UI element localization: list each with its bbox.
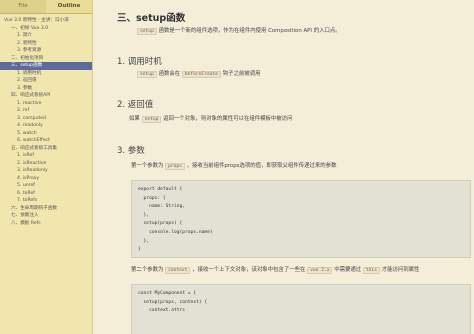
outline-item[interactable]: 1. 调用时机 xyxy=(0,70,92,78)
code-line: const MyComponent = { xyxy=(138,291,197,296)
outline-item[interactable]: 6. toRef xyxy=(0,190,92,198)
outline-item[interactable]: 七、依赖注入 xyxy=(0,212,92,220)
return-text: 返回一个对象，则对象的属性可以在组件模板中被访问 xyxy=(163,116,293,122)
outline-list: Vue 3.0 新特性 - 主讲：冯小泽 一、初探 Vue 3.0 1. 简介 2. … xyxy=(0,14,92,227)
code-line: } xyxy=(138,247,141,253)
inline-code: vue 2.x xyxy=(307,267,333,274)
code-line: setup(props, context) { xyxy=(138,299,208,305)
tab-outline[interactable]: Outline xyxy=(46,0,92,13)
section-title: 三、setup函数 xyxy=(117,13,186,24)
document-view: 三、setup函数 setup 函数是一个新的组件选项，作为在组件内使用 Com… xyxy=(93,0,474,334)
outline-item[interactable]: 3. computed xyxy=(0,115,92,123)
heading-call-timing: 1. 调用时机 xyxy=(117,57,162,67)
code-line: name: String, xyxy=(138,204,186,210)
outline-item[interactable]: 3. isReadonly xyxy=(0,167,92,175)
outline-item[interactable]: 1. isRef xyxy=(0,152,92,160)
call-text-2: 钩子之前被调用 xyxy=(222,71,261,77)
code-line: context.attrs xyxy=(138,308,186,314)
code-line: console.log(props.name) xyxy=(138,229,213,235)
outline-item[interactable]: 二、初始化项目 xyxy=(0,55,92,63)
call-text-1: 函数会在 xyxy=(158,71,181,77)
return-pre: 如果 xyxy=(129,116,140,122)
outline-sidebar: File Outline Vue 3.0 新特性 - 主讲：冯小泽 一、初探 Vu… xyxy=(0,0,93,334)
inline-code: beforeCreate xyxy=(181,71,222,78)
outline-item[interactable]: 五、响应式系统工具集 xyxy=(0,145,92,153)
inline-code: setup xyxy=(137,28,157,35)
outline-item[interactable]: 4. isProxy xyxy=(0,175,92,183)
inline-code: props xyxy=(165,163,185,170)
outline-item[interactable]: 一、初探 Vue 3.0 xyxy=(0,25,92,33)
param2-text-3: 才能访问到属性 xyxy=(381,267,420,273)
intro-text: 函数是一个新的组件选项，作为在组件内使用 Composition API 的入口… xyxy=(158,28,341,34)
code-line: setup(props) { xyxy=(138,221,183,227)
sidebar-tabs: File Outline xyxy=(0,0,92,14)
inline-code: setup xyxy=(141,116,162,123)
outline-item[interactable]: 7. toRefs xyxy=(0,197,92,205)
outline-item[interactable]: 5. watch xyxy=(0,130,92,138)
outline-item[interactable]: 2. 返回值 xyxy=(0,77,92,85)
code-line: }, xyxy=(138,212,150,218)
tab-file[interactable]: File xyxy=(0,0,46,13)
code-line: }, xyxy=(138,238,150,244)
param1-pre: 第一个参数为 xyxy=(131,163,164,169)
param2-text-2: 中需要通过 xyxy=(334,267,362,273)
return-paragraph: 如果 setup 返回一个对象，则对象的属性可以在组件模板中被访问 xyxy=(129,115,292,124)
outline-item[interactable]: 2. ref xyxy=(0,107,92,115)
outline-item[interactable]: 6. watchEffect xyxy=(0,137,92,145)
outline-item[interactable]: 1. reactive xyxy=(0,100,92,108)
code-line: export default { xyxy=(138,187,183,192)
param1-text: ，接收当前组件props选项的值，即获取父组件传递过来的参数 xyxy=(186,163,337,169)
outline-item[interactable]: 2. isReactive xyxy=(0,160,92,168)
outline-item[interactable]: 2. 新特性 xyxy=(0,40,92,48)
outline-item[interactable]: 5. unref xyxy=(0,182,92,190)
intro-paragraph: setup 函数是一个新的组件选项，作为在组件内使用 Composition A… xyxy=(137,27,341,36)
outline-item[interactable]: 1. 简介 xyxy=(0,32,92,40)
inline-code: setup xyxy=(137,71,157,78)
outline-item[interactable]: 3. 参数 xyxy=(0,85,92,93)
outline-item[interactable]: Vue 3.0 新特性 - 主讲：冯小泽 xyxy=(0,17,92,25)
inline-code: context xyxy=(165,267,191,274)
outline-item[interactable]: 四、响应式系统API xyxy=(0,92,92,100)
code-line: props: { xyxy=(138,195,166,201)
outline-item[interactable]: 4. readonly xyxy=(0,122,92,130)
code-block: const MyComponent = { setup(props, conte… xyxy=(131,284,471,334)
call-timing-paragraph: setup 函数会在 beforeCreate 钩子之前被调用 xyxy=(137,70,261,79)
outline-item[interactable]: 三、setup函数 xyxy=(0,62,92,70)
param2-pre: 第二个参数为 xyxy=(131,267,164,273)
outline-item[interactable]: 六、生命周期钩子函数 xyxy=(0,205,92,213)
code-block: export default { props: { name: String, … xyxy=(131,180,471,258)
heading-params: 3. 参数 xyxy=(117,146,145,156)
heading-return-value: 2. 返回值 xyxy=(117,100,154,110)
inline-code: this xyxy=(362,267,380,274)
outline-item[interactable]: 八、模板 Refs xyxy=(0,220,92,228)
param2-text-1: ，接收一个上下文对象，该对象中包含了一些在 xyxy=(192,267,306,273)
param1-paragraph: 第一个参数为 props ，接收当前组件props选项的值，即获取父组件传递过来… xyxy=(131,162,336,171)
param2-paragraph: 第二个参数为 context ，接收一个上下文对象，该对象中包含了一些在 vue… xyxy=(131,266,419,275)
outline-item[interactable]: 3. 参考资源 xyxy=(0,47,92,55)
